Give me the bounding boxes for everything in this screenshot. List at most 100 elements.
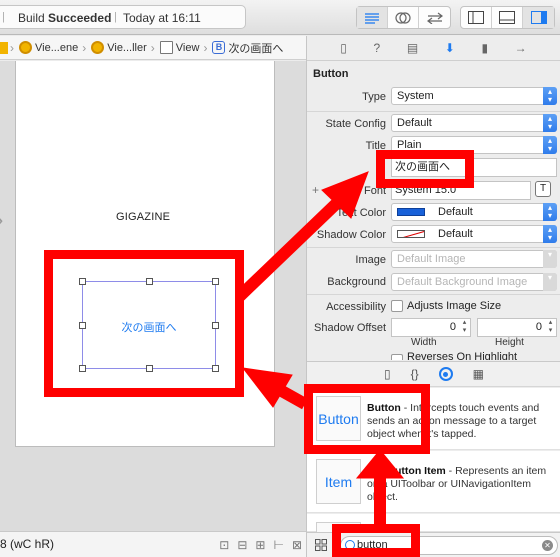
file-template-icon[interactable]: ▯ <box>384 367 391 381</box>
resolve-icon[interactable]: ⊠ <box>292 538 302 552</box>
adjusts-image-checkbox[interactable] <box>391 300 403 312</box>
type-label: Type <box>362 91 386 103</box>
shadow-height-field[interactable]: 0 ▴ ▾ <box>477 318 557 337</box>
debug-toggle-button[interactable] <box>492 7 523 28</box>
background-popup[interactable]: Default Background Image ▾ <box>391 273 557 291</box>
reverses-checkbox[interactable] <box>391 354 403 360</box>
chevron-right-icon: › <box>82 40 87 55</box>
status-separator: | <box>2 11 5 23</box>
chevron-updown-icon: ▴ ▾ <box>543 114 557 132</box>
chevron-updown-icon: ▴ ▾ <box>543 203 557 221</box>
folder-icon <box>0 41 8 54</box>
divider <box>307 111 560 112</box>
annotation-frame-library-button <box>304 384 430 454</box>
stack-icon[interactable]: ⊟ <box>237 538 247 552</box>
help-inspector-icon[interactable]: ? <box>374 41 381 55</box>
stepper-icon[interactable]: ▴ ▾ <box>459 319 470 336</box>
size-inspector-icon[interactable]: ▮ <box>481 41 488 55</box>
text-color-label: Text Color <box>336 207 386 219</box>
width-caption: Width <box>411 337 437 348</box>
attributes-inspector-icon[interactable]: ⬇ <box>445 41 455 55</box>
shadow-width-field[interactable]: 0 ▴ ▾ <box>391 318 471 337</box>
breadcrumb-scene[interactable]: Vie...ene <box>19 41 78 54</box>
image-label: Image <box>355 254 386 266</box>
bottom-panel-icon <box>499 11 515 24</box>
jump-bar: › Vie...ene › Vie...ller › View › B 次の画面… <box>0 36 306 60</box>
accessibility-label: Accessibility <box>326 301 386 313</box>
toolbar: | Build Succeeded | Today at 16:11 <box>0 0 560 35</box>
assistant-editor-button[interactable] <box>388 7 419 28</box>
build-time: Today at 16:11 <box>123 11 201 25</box>
annotation-frame-filter <box>332 524 420 557</box>
reverses-label: Reverses On Highlight <box>407 352 518 360</box>
standard-editor-button[interactable] <box>357 7 388 28</box>
editor-mode-control <box>356 6 451 29</box>
type-value: System <box>397 90 434 102</box>
chevron-right-icon: › <box>10 40 14 55</box>
view-controller-icon <box>91 41 105 54</box>
gigazine-label[interactable]: GIGAZINE <box>116 211 170 223</box>
inspector-tabs: ▯ ? ▤ ⬇ ▮ → <box>307 36 560 61</box>
build-status: Build Succeeded <box>18 11 112 25</box>
state-config-popup[interactable]: Default ▴ ▾ <box>391 114 557 132</box>
navigator-toggle-button[interactable] <box>461 7 492 28</box>
no-color-swatch-icon <box>397 230 425 238</box>
divider <box>307 247 560 248</box>
breadcrumb-label: Vie...ller <box>107 41 147 54</box>
chevron-right-icon: › <box>150 40 155 55</box>
state-config-label: State Config <box>325 118 386 130</box>
status-separator: | <box>114 11 117 23</box>
initial-view-arrow-icon: › <box>0 207 3 233</box>
identity-inspector-icon[interactable]: ▤ <box>407 41 418 55</box>
version-editor-button[interactable] <box>419 7 450 28</box>
scene-icon <box>19 41 32 54</box>
grid-view-icon[interactable] <box>315 539 327 551</box>
chevron-updown-icon: ▴ ▾ <box>543 87 557 105</box>
text-color-swatch <box>397 208 425 216</box>
left-panel-icon <box>468 11 484 24</box>
chevron-right-icon: › <box>203 40 208 55</box>
breadcrumb-button[interactable]: B 次の画面へ <box>212 40 283 56</box>
image-popup[interactable]: Default Image ▾ <box>391 250 557 268</box>
type-popup[interactable]: System ▴ ▾ <box>391 87 557 105</box>
file-inspector-icon[interactable]: ▯ <box>340 41 347 55</box>
shadow-color-value: Default <box>438 228 473 240</box>
section-title: Button <box>313 68 349 80</box>
media-library-icon[interactable]: ▦ <box>473 367 484 381</box>
chevron-down-icon: ▾ <box>543 250 557 268</box>
bar-button-thumbnail: Item <box>316 459 361 504</box>
code-snippet-icon[interactable]: {} <box>411 367 419 381</box>
stepper-icon[interactable]: ▴ ▾ <box>545 319 556 336</box>
state-config-value: Default <box>397 117 432 129</box>
breadcrumb-label: View <box>175 41 200 54</box>
clear-icon[interactable]: ✕ <box>542 540 553 551</box>
chevron-updown-icon: ▴ ▾ <box>543 225 557 243</box>
activity-status: | Build Succeeded | Today at 16:11 <box>0 5 246 29</box>
zoom-fit-icon[interactable]: ⊡ <box>219 538 229 552</box>
divider <box>307 294 560 295</box>
annotation-frame-title <box>376 150 474 188</box>
object-library-icon[interactable] <box>438 367 453 381</box>
align-icon[interactable]: ⊞ <box>255 538 265 552</box>
connections-inspector-icon[interactable]: → <box>515 41 527 55</box>
utilities-toggle-button[interactable] <box>523 7 554 28</box>
plus-icon[interactable]: + <box>312 183 319 197</box>
standard-editor-icon <box>365 12 379 24</box>
breadcrumb-view[interactable]: View <box>159 41 200 54</box>
attributes-inspector: ▯ ? ▤ ⬇ ▮ → Button Type System ▴ ▾ State C… <box>306 36 560 557</box>
breadcrumb-view-controller[interactable]: Vie...ller <box>91 41 147 54</box>
font-picker-icon[interactable]: T <box>535 181 551 197</box>
adjusts-image-label: Adjusts Image Size <box>407 300 502 312</box>
shadow-color-label: Shadow Color <box>316 229 386 241</box>
shadow-offset-label: Shadow Offset <box>314 322 386 334</box>
shadow-color-popup[interactable]: Default ▴ ▾ <box>391 225 557 243</box>
library-item-bar-button[interactable]: Item Bar Button Item - Represents an ite… <box>307 451 560 513</box>
pin-icon[interactable]: ⊢ <box>273 538 283 552</box>
annotation-frame-canvas-button <box>44 250 244 397</box>
assistant-editor-icon <box>395 11 411 24</box>
chevron-updown-icon: ▴ ▾ <box>543 136 557 154</box>
text-color-popup[interactable]: Default ▴ ▾ <box>391 203 557 221</box>
background-placeholder: Default Background Image <box>397 276 528 288</box>
size-class-label[interactable]: 8 (wC hR) <box>0 537 54 551</box>
button-icon: B <box>212 41 226 54</box>
